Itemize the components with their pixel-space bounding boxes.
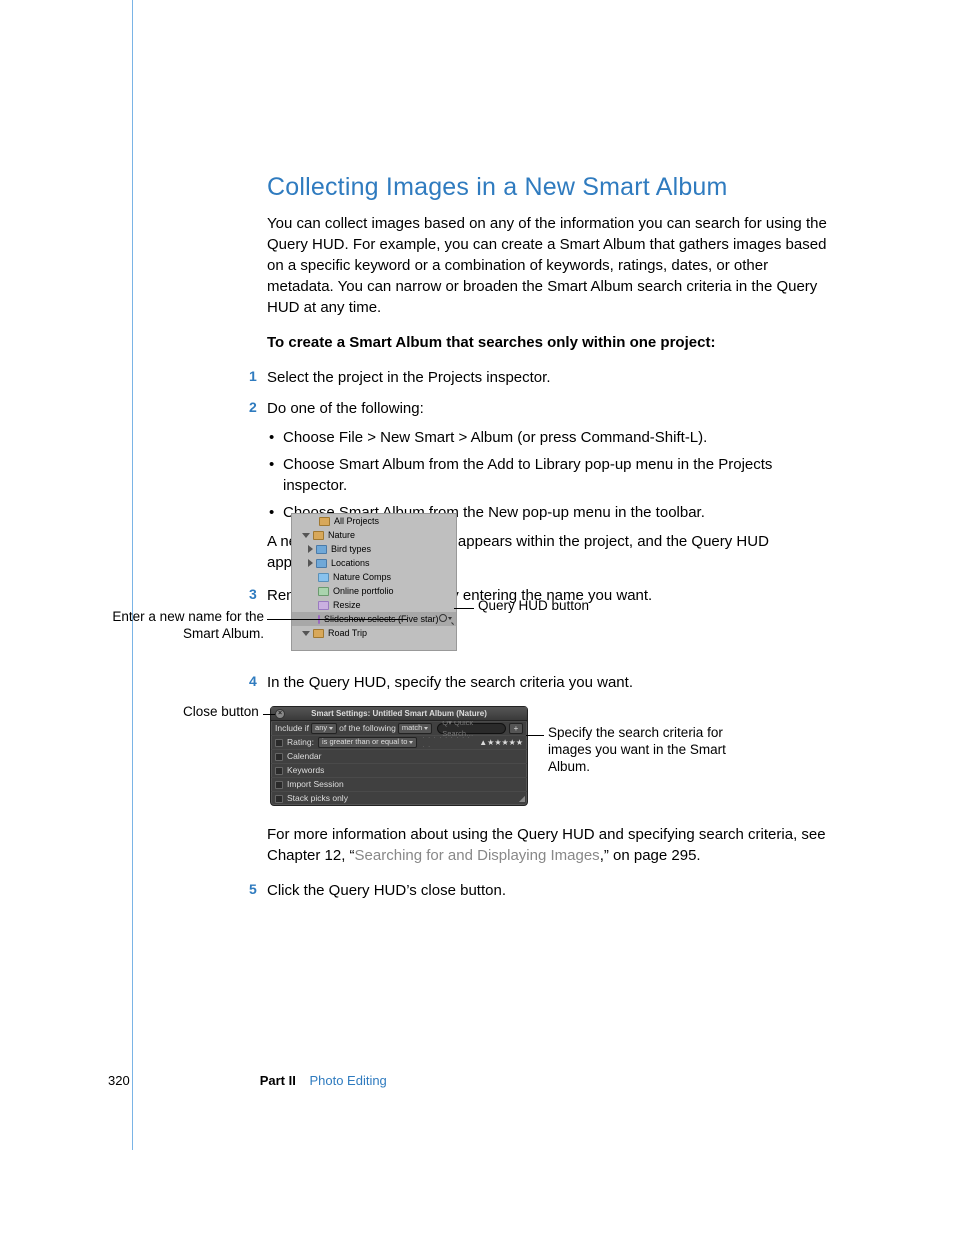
item-label: Online portfolio <box>333 585 394 598</box>
rating-operator-dropdown[interactable]: is greater than or equal to <box>318 737 417 748</box>
query-hud-button-icon[interactable] <box>439 613 455 626</box>
disclosure-triangle-icon[interactable] <box>302 533 310 538</box>
calendar-criterion-row: Calendar <box>271 749 527 763</box>
of-following-label: of the following <box>339 723 396 735</box>
list-item[interactable]: Road Trip <box>292 626 456 640</box>
book-icon <box>318 601 329 610</box>
step-text: In the Query HUD, specify the search cri… <box>267 674 633 691</box>
quick-search-field[interactable]: Q▾ Quick Search… <box>437 723 506 734</box>
resize-handle-icon[interactable]: ◢ <box>519 795 525 803</box>
rating-label: Rating: <box>287 737 314 749</box>
folder-icon <box>316 559 327 568</box>
part-label: Part II <box>260 1073 296 1088</box>
rating-checkbox[interactable] <box>275 739 283 747</box>
step-text: Select the project in the Projects inspe… <box>267 369 550 386</box>
body-content-after-fig2: For more information about using the Que… <box>267 824 827 911</box>
step-number: 1 <box>249 367 257 387</box>
project-icon <box>319 517 330 526</box>
list-item[interactable]: Bird types <box>292 542 456 556</box>
rating-stars[interactable]: ▲★★★★★ <box>479 737 523 748</box>
page-footer: 320 Part II Photo Editing <box>108 1072 387 1090</box>
project-icon <box>313 531 324 540</box>
body-content-after-fig1: 4 In the Query HUD, specify the search c… <box>267 672 827 703</box>
criterion-label: Calendar <box>287 751 322 763</box>
hud-title: Smart Settings: Untitled Smart Album (Na… <box>271 708 527 719</box>
step-number: 3 <box>249 585 257 605</box>
bullet-item: Choose File > New Smart > Album (or pres… <box>283 427 827 448</box>
xref-paragraph: For more information about using the Que… <box>267 824 827 866</box>
item-label: All Projects <box>334 515 379 528</box>
folder-icon <box>316 545 327 554</box>
step-number: 5 <box>249 880 257 900</box>
item-label: Nature <box>328 529 355 542</box>
hud-criteria-row: Include if any of the following match Q▾… <box>271 721 527 735</box>
bullet-item: Choose Smart Album from the Add to Libra… <box>283 454 827 496</box>
step-number: 2 <box>249 398 257 418</box>
step-5: 5 Click the Query HUD’s close button. <box>267 880 827 901</box>
rating-criterion-row: Rating: is greater than or equal to · · … <box>271 735 527 749</box>
list-item[interactable]: Resize <box>292 598 456 612</box>
section-title: Collecting Images in a New Smart Album <box>267 170 827 205</box>
page-number: 320 <box>108 1072 130 1090</box>
step-4: 4 In the Query HUD, specify the search c… <box>267 672 827 693</box>
project-icon <box>313 629 324 638</box>
disclosure-triangle-icon[interactable] <box>302 631 310 636</box>
callout-left-fig1: Enter a new name for the Smart Album. <box>109 609 264 643</box>
import-session-checkbox[interactable] <box>275 781 283 789</box>
list-item[interactable]: All Projects <box>292 514 456 528</box>
web-gallery-icon <box>318 587 329 596</box>
query-hud-figure: × Smart Settings: Untitled Smart Album (… <box>270 706 528 806</box>
keywords-checkbox[interactable] <box>275 767 283 775</box>
list-item[interactable]: Nature <box>292 528 456 542</box>
intro-paragraph: You can collect images based on any of t… <box>267 213 827 318</box>
item-label: Bird types <box>331 543 371 556</box>
projects-panel-figure: All Projects Nature Bird types Locations… <box>291 513 457 651</box>
item-label: Locations <box>331 557 370 570</box>
calendar-checkbox[interactable] <box>275 753 283 761</box>
stack-picks-criterion-row: Stack picks only <box>271 791 527 805</box>
list-item[interactable]: Locations <box>292 556 456 570</box>
item-label: Nature Comps <box>333 571 391 584</box>
task-heading: To create a Smart Album that searches on… <box>267 332 827 353</box>
item-label: Road Trip <box>328 627 367 640</box>
margin-rule <box>132 0 133 1150</box>
import-session-criterion-row: Import Session <box>271 777 527 791</box>
include-if-label: Include if <box>275 723 309 735</box>
item-label: Resize <box>333 599 361 612</box>
step-1: 1 Select the project in the Projects ins… <box>267 367 827 388</box>
disclosure-triangle-icon[interactable] <box>308 559 313 567</box>
album-icon <box>318 573 329 582</box>
criterion-label: Keywords <box>287 765 324 777</box>
criterion-label: Stack picks only <box>287 793 348 805</box>
section-label: Photo Editing <box>309 1073 386 1088</box>
step-text: Do one of the following: <box>267 400 424 417</box>
any-dropdown[interactable]: any <box>311 723 337 734</box>
criterion-label: Import Session <box>287 779 344 791</box>
hud-titlebar[interactable]: × Smart Settings: Untitled Smart Album (… <box>271 707 527 721</box>
add-criterion-button[interactable]: + <box>509 723 523 734</box>
step-text: Click the Query HUD’s close button. <box>267 882 506 899</box>
disclosure-triangle-icon[interactable] <box>308 545 313 553</box>
callout-right-fig1: Query HUD button <box>478 598 589 615</box>
stack-picks-checkbox[interactable] <box>275 795 283 803</box>
keywords-criterion-row: Keywords <box>271 763 527 777</box>
step-number: 4 <box>249 672 257 692</box>
callout-left-fig2: Close button <box>183 704 259 721</box>
callout-right-fig2: Specify the search criteria for images y… <box>548 725 728 776</box>
list-item[interactable]: Nature Comps <box>292 570 456 584</box>
close-button[interactable]: × <box>275 709 285 719</box>
rating-slider[interactable]: · · · · · · · · · · · <box>422 734 476 751</box>
list-item[interactable]: Online portfolio <box>292 584 456 598</box>
match-dropdown[interactable]: match <box>398 723 432 734</box>
cross-reference-link[interactable]: Searching for and Displaying Images <box>355 847 600 864</box>
